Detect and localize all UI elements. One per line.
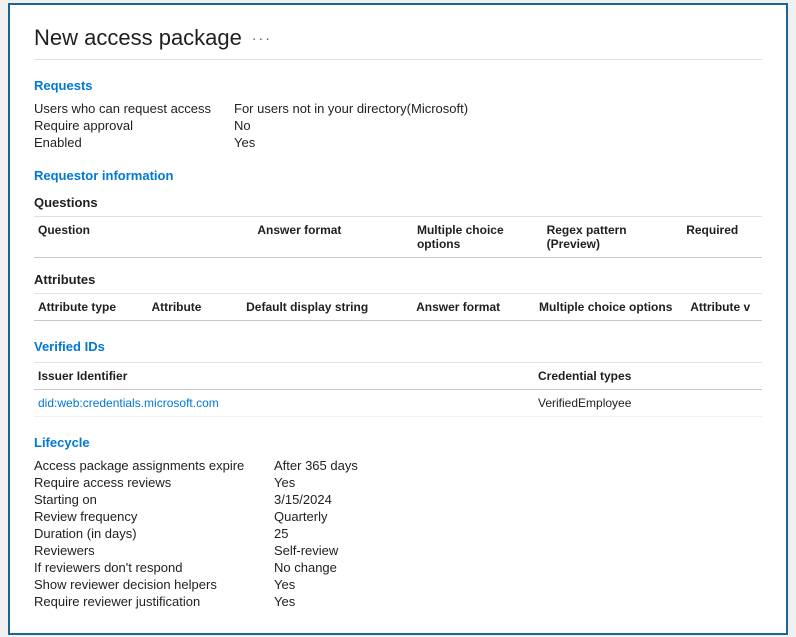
a-header-multiple-choice: Multiple choice options: [535, 298, 686, 316]
users-request-value: For users not in your directory(Microsof…: [234, 101, 762, 116]
justification-label: Require reviewer justification: [34, 594, 274, 609]
decision-helpers-value: Yes: [274, 577, 762, 592]
a-header-attribute: Attribute: [147, 298, 242, 316]
more-options-icon[interactable]: ···: [252, 30, 272, 46]
title-divider: [34, 59, 762, 60]
q-header-required: Required: [682, 221, 762, 253]
questions-table-header: Question Answer format Multiple choice o…: [34, 217, 762, 258]
v-header-issuer: Issuer Identifier: [34, 367, 534, 385]
duration-label: Duration (in days): [34, 526, 274, 541]
a-header-answer-format: Answer format: [412, 298, 535, 316]
reviewers-label: Reviewers: [34, 543, 274, 558]
assignments-expire-label: Access package assignments expire: [34, 458, 274, 473]
v-header-credential: Credential types: [534, 367, 754, 385]
verified-ids-table: Issuer Identifier Credential types did:w…: [34, 362, 762, 417]
justification-value: Yes: [274, 594, 762, 609]
page-title-container: New access package ···: [34, 25, 762, 51]
require-approval-label: Require approval: [34, 118, 234, 133]
starting-on-value: 3/15/2024: [274, 492, 762, 507]
issuer-link[interactable]: did:web:credentials.microsoft.com: [38, 396, 219, 410]
verified-ids-section: Verified IDs Issuer Identifier Credentia…: [34, 339, 762, 417]
a-header-display-string: Default display string: [242, 298, 412, 316]
reviewers-value: Self-review: [274, 543, 762, 558]
lifecycle-grid: Access package assignments expire After …: [34, 458, 762, 609]
main-window: New access package ··· Requests Users wh…: [8, 3, 788, 635]
attributes-table: Attribute type Attribute Default display…: [34, 293, 762, 321]
requestor-info-section: Requestor information Questions Question…: [34, 168, 762, 321]
q-header-regex: Regex pattern (Preview): [543, 221, 683, 253]
require-approval-value: No: [234, 118, 762, 133]
requestor-info-title: Requestor information: [34, 168, 762, 183]
no-response-label: If reviewers don't respond: [34, 560, 274, 575]
decision-helpers-label: Show reviewer decision helpers: [34, 577, 274, 592]
a-header-attribute-v: Attribute v: [686, 298, 762, 316]
verified-ids-title: Verified IDs: [34, 339, 762, 354]
users-request-label: Users who can request access: [34, 101, 234, 116]
assignments-expire-value: After 365 days: [274, 458, 762, 473]
require-reviews-value: Yes: [274, 475, 762, 490]
review-frequency-label: Review frequency: [34, 509, 274, 524]
attributes-table-header: Attribute type Attribute Default display…: [34, 294, 762, 321]
v-issuer-value: did:web:credentials.microsoft.com: [34, 394, 534, 412]
enabled-value: Yes: [234, 135, 762, 150]
requests-section-title: Requests: [34, 78, 762, 93]
q-header-question: Question: [34, 221, 253, 253]
no-response-value: No change: [274, 560, 762, 575]
page-title: New access package: [34, 25, 242, 51]
q-header-multiple-choice: Multiple choice options: [413, 221, 543, 253]
requests-section: Requests Users who can request access Fo…: [34, 78, 762, 150]
q-header-answer-format: Answer format: [253, 221, 413, 253]
questions-table: Question Answer format Multiple choice o…: [34, 216, 762, 258]
verified-ids-row: did:web:credentials.microsoft.com Verifi…: [34, 390, 762, 417]
v-credential-value: VerifiedEmployee: [534, 394, 754, 412]
require-reviews-label: Require access reviews: [34, 475, 274, 490]
review-frequency-value: Quarterly: [274, 509, 762, 524]
a-header-type: Attribute type: [34, 298, 147, 316]
verified-ids-header: Issuer Identifier Credential types: [34, 363, 762, 390]
enabled-label: Enabled: [34, 135, 234, 150]
requests-info-grid: Users who can request access For users n…: [34, 101, 762, 150]
attributes-subtitle: Attributes: [34, 272, 762, 287]
starting-on-label: Starting on: [34, 492, 274, 507]
duration-value: 25: [274, 526, 762, 541]
lifecycle-title: Lifecycle: [34, 435, 762, 450]
lifecycle-section: Lifecycle Access package assignments exp…: [34, 435, 762, 609]
questions-subtitle: Questions: [34, 195, 762, 210]
